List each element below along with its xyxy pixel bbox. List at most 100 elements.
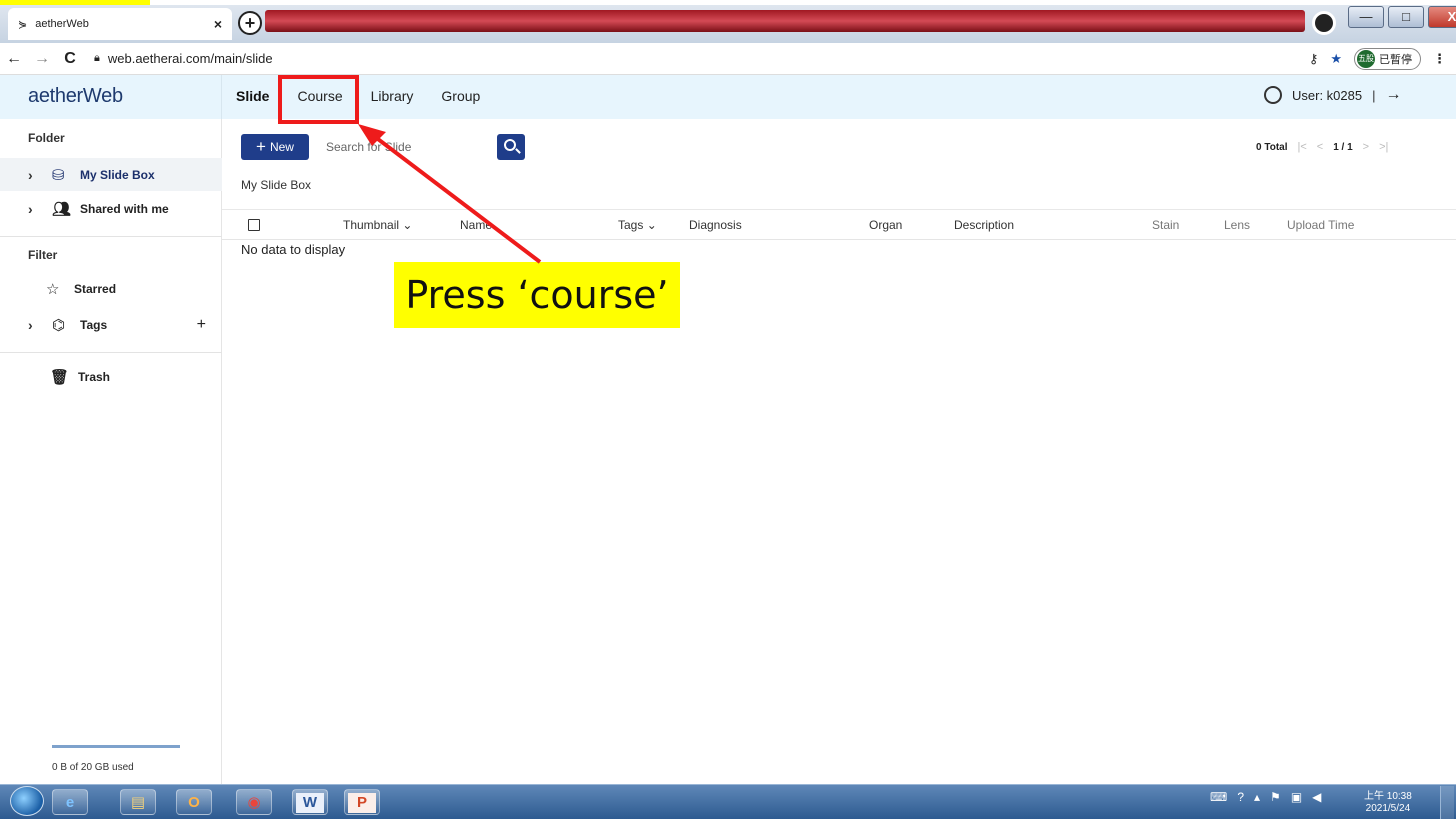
user-label[interactable]: User: k0285 — [1292, 88, 1362, 103]
highlight-box — [278, 75, 359, 124]
logout-icon[interactable]: → — [1385, 86, 1401, 104]
prev-page-icon[interactable]: < — [1317, 141, 1323, 153]
sidebar-divider — [0, 352, 222, 353]
url-field[interactable]: web.aetherai.com/main/slide — [108, 51, 273, 66]
brand-logo[interactable]: aetherWeb — [28, 85, 123, 108]
background-window-titlebar — [265, 10, 1305, 32]
help-icon[interactable]: ? — [1237, 790, 1244, 804]
sidebar-item-label: Starred — [74, 282, 117, 296]
reload-icon[interactable]: C — [56, 50, 84, 68]
col-diagnosis: Diagnosis — [689, 218, 742, 232]
col-tags[interactable]: Tags ⌄ — [618, 218, 657, 232]
sidebar-item-tags[interactable]: › ⌬ Tags + — [28, 316, 206, 334]
tab-slide[interactable]: Slide — [236, 86, 269, 106]
user-separator: | — [1372, 87, 1376, 103]
key-icon[interactable]: ⚷ — [1309, 51, 1319, 67]
browser-menu-icon[interactable]: ⋮ — [1433, 51, 1446, 67]
star-icon: ☆ — [46, 281, 60, 298]
user-area: User: k0285 | → — [1264, 86, 1401, 104]
paused-label: 已暫停 — [1379, 54, 1412, 66]
clock-time: 上午 10:38 — [1364, 791, 1412, 802]
browser-profile-icon[interactable] — [1312, 11, 1336, 35]
sidebar-item-starred[interactable]: ☆ Starred — [46, 280, 116, 298]
sidebar-item-my-slide-box[interactable]: › ⛁ My Slide Box — [0, 158, 222, 191]
slide-box-icon: ⛁ — [52, 166, 65, 184]
tab-group[interactable]: Group — [441, 86, 480, 106]
volume-icon[interactable]: ◀ — [1312, 790, 1321, 804]
powerpoint-glyph: P — [348, 793, 376, 813]
storage-progress-bar — [52, 745, 180, 748]
search-button[interactable] — [497, 134, 525, 160]
network-icon[interactable]: ▣ — [1291, 790, 1302, 804]
add-tag-button[interactable]: + — [197, 316, 206, 334]
tab-library[interactable]: Library — [371, 86, 414, 106]
first-page-icon[interactable]: |< — [1297, 141, 1306, 153]
sidebar-item-shared-with-me[interactable]: › 👥︎ Shared with me — [28, 200, 169, 218]
tab-close-icon[interactable]: × — [214, 16, 222, 32]
chrome-icon[interactable]: ◉ — [236, 789, 272, 815]
word-icon[interactable]: W — [292, 789, 328, 815]
ie-icon[interactable]: e — [52, 789, 88, 815]
chevron-right-icon[interactable]: › — [28, 317, 44, 333]
forward-icon[interactable]: → — [28, 50, 56, 68]
new-button[interactable]: + New — [241, 134, 309, 160]
select-all-checkbox[interactable] — [248, 219, 260, 231]
folder-glyph: ▤ — [130, 794, 146, 811]
profile-paused-chip[interactable]: 五股 已暫停 — [1354, 48, 1421, 70]
page-indicator: 1 / 1 — [1333, 141, 1353, 153]
col-thumbnail[interactable]: Thumbnail ⌄ — [343, 218, 412, 232]
col-thumbnail-label: Thumbnail — [343, 218, 400, 232]
new-tab-button[interactable]: + — [238, 11, 262, 35]
col-name[interactable]: Name — [460, 218, 492, 232]
tab-favicon-icon: ⋟ — [18, 18, 28, 31]
close-window-button[interactable]: X — [1428, 6, 1456, 28]
people-icon: 👥︎ — [52, 201, 72, 218]
address-bar-actions: ⚷ ★ 五股 已暫停 ⋮ — [1309, 48, 1446, 70]
maximize-button[interactable]: □ — [1388, 6, 1424, 28]
sidebar-item-label: Tags — [80, 318, 108, 332]
breadcrumb: My Slide Box — [241, 178, 312, 192]
chevron-right-icon[interactable]: › — [28, 167, 44, 183]
next-page-icon[interactable]: > — [1363, 141, 1369, 153]
flag-icon[interactable]: ⚑ — [1270, 790, 1281, 804]
sidebar-item-label: Trash — [78, 370, 111, 384]
system-tray: ⌨︎ ? ▴ ⚑ ▣ ◀ — [1210, 790, 1321, 804]
start-button[interactable] — [10, 786, 44, 816]
col-description: Description — [954, 218, 1015, 232]
ie-glyph: e — [65, 794, 75, 811]
col-tags-label: Tags — [618, 218, 644, 232]
col-organ: Organ — [869, 218, 903, 232]
window-controls: — □ X — [1348, 6, 1456, 28]
search-input[interactable] — [318, 134, 493, 160]
sidebar-item-label: Shared with me — [80, 202, 169, 216]
chevron-down-icon: ⌄ — [646, 218, 657, 232]
browser-tab[interactable]: ⋟ aetherWeb × — [8, 8, 232, 40]
last-page-icon[interactable]: >| — [1379, 141, 1388, 153]
back-icon[interactable]: ← — [0, 50, 28, 68]
powerpoint-icon[interactable]: P — [344, 789, 380, 815]
explorer-icon[interactable]: ▤ — [120, 789, 156, 815]
keyboard-icon[interactable]: ⌨︎ — [1210, 790, 1227, 804]
total-count: 0 Total — [1256, 141, 1288, 153]
sidebar — [0, 119, 222, 784]
chevron-right-icon[interactable]: › — [28, 201, 44, 217]
word-glyph: W — [296, 793, 324, 813]
plus-icon: + — [256, 137, 266, 156]
outlook-glyph: O — [188, 794, 200, 811]
bookmark-star-icon[interactable]: ★ — [1330, 51, 1342, 67]
sidebar-item-label: My Slide Box — [80, 167, 155, 182]
address-bar: ← → C 🔒︎ web.aetherai.com/main/slide ⚷ ★… — [0, 43, 1456, 75]
empty-state: No data to display — [241, 242, 346, 257]
clock-date: 2021/5/24 — [1365, 803, 1411, 814]
show-desktop-button[interactable] — [1440, 786, 1454, 819]
clock[interactable]: 上午 10:38 2021/5/24 — [1364, 791, 1412, 815]
table-header: Thumbnail ⌄ Name Tags ⌄ Diagnosis Organ … — [222, 210, 1456, 240]
outlook-icon[interactable]: O — [176, 789, 212, 815]
storage-usage: 0 B of 20 GB used — [52, 762, 134, 773]
minimize-button[interactable]: — — [1348, 6, 1384, 28]
search-icon-handle — [515, 148, 521, 154]
sidebar-item-trash[interactable]: 🗑︎ Trash — [50, 368, 110, 386]
show-hidden-icon[interactable]: ▴ — [1254, 790, 1260, 804]
col-upload-time[interactable]: Upload Time — [1287, 218, 1354, 232]
new-button-label: New — [269, 140, 294, 154]
